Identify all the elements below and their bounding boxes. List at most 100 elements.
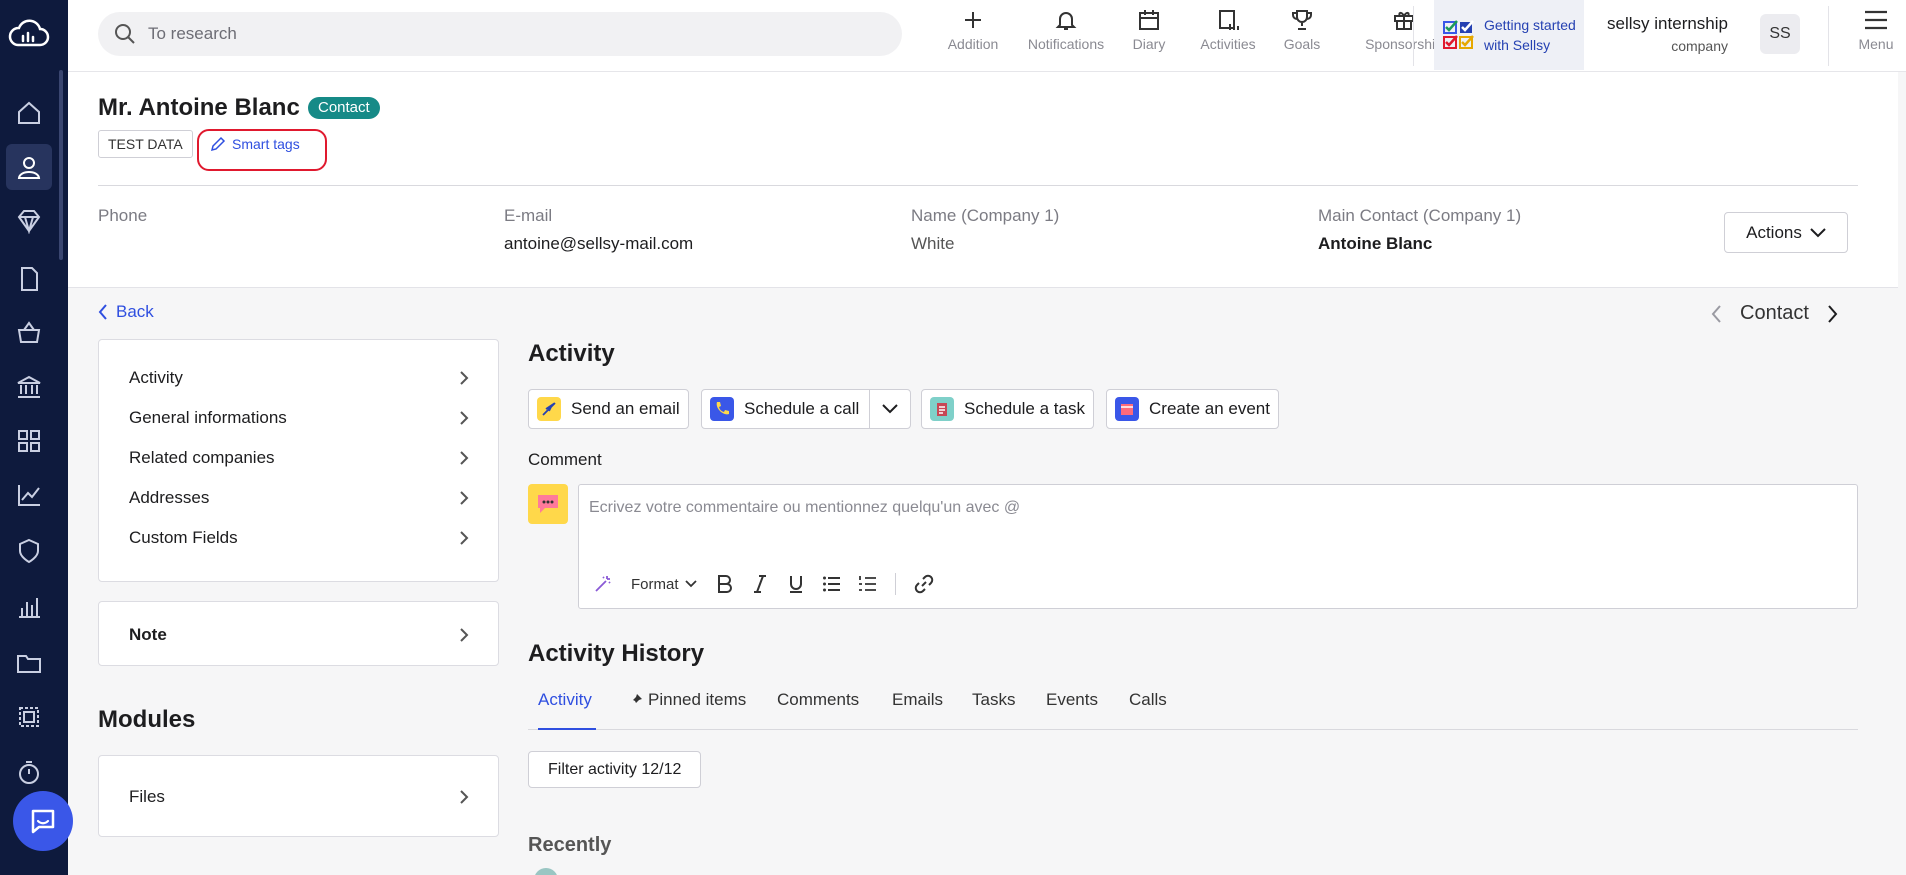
getting-started-button[interactable]: Getting started with Sellsy — [1434, 0, 1584, 70]
format-dropdown[interactable]: Format — [631, 576, 697, 593]
top-bar: Addition Notifications Diary Activities … — [68, 0, 1906, 72]
nav-item-custom-fields[interactable]: Custom Fields — [129, 528, 469, 548]
menu-label: Menu — [1858, 36, 1894, 52]
create-event-label: Create an event — [1149, 399, 1270, 418]
activities-button[interactable]: Activities — [1194, 8, 1262, 64]
diamond-icon[interactable] — [6, 198, 52, 244]
menu-button[interactable]: Menu — [1850, 8, 1902, 64]
nav-item-related-companies[interactable]: Related companies — [129, 448, 469, 468]
files-card[interactable]: Files — [98, 755, 499, 837]
pager-label: Contact — [1740, 302, 1809, 324]
actions-label: Actions — [1746, 222, 1802, 242]
chevron-left-icon — [98, 304, 107, 320]
home-icon[interactable] — [6, 90, 52, 136]
schedule-call-label: Schedule a call — [744, 399, 860, 418]
bank-icon[interactable] — [6, 364, 52, 410]
next-record-icon[interactable] — [1827, 304, 1839, 324]
document-icon[interactable] — [6, 256, 52, 302]
underline-icon[interactable] — [787, 574, 805, 594]
note-card[interactable]: Note — [98, 601, 499, 666]
nav-item-label: Addresses — [129, 488, 210, 507]
tag-test-data[interactable]: TEST DATA — [98, 130, 193, 158]
toolbar-divider — [1413, 6, 1414, 66]
actions-dropdown-button[interactable]: Actions — [1724, 212, 1848, 253]
folder-icon[interactable] — [6, 640, 52, 686]
schedule-call-button[interactable]: Schedule a call — [710, 390, 871, 428]
nav-item-addresses[interactable]: Addresses — [129, 488, 469, 508]
create-event-button[interactable]: Create an event — [1106, 389, 1279, 429]
bold-icon[interactable] — [715, 574, 733, 594]
diary-button[interactable]: Diary — [1116, 8, 1182, 64]
chevron-right-icon — [460, 790, 469, 804]
record-pager: Contact — [1710, 302, 1839, 325]
contact-name: Mr. Antoine Blanc — [98, 94, 300, 121]
stamp-icon[interactable] — [6, 694, 52, 740]
comment-editor[interactable]: Ecrivez votre commentaire ou mentionnez … — [578, 484, 1858, 609]
link-icon[interactable] — [914, 574, 934, 594]
bar-chart-icon[interactable] — [6, 584, 52, 630]
search-input[interactable] — [148, 24, 848, 44]
files-label: Files — [129, 787, 165, 806]
schedule-task-button[interactable]: Schedule a task — [921, 389, 1094, 429]
note-row[interactable]: Note — [129, 625, 469, 645]
notifications-label: Notifications — [1027, 36, 1105, 52]
field-label: Main Contact (Company 1) — [1318, 206, 1522, 225]
filter-activity-button[interactable]: Filter activity 12/12 — [528, 751, 702, 788]
rail-scrollbar[interactable] — [59, 70, 63, 260]
header-divider — [98, 185, 1858, 186]
previous-record-icon[interactable] — [1710, 304, 1722, 324]
company-link[interactable]: White — [911, 234, 1059, 254]
back-label: Back — [116, 302, 154, 321]
field-phone: Phone — [98, 206, 147, 234]
chevron-down-icon — [1810, 227, 1826, 237]
contacts-icon[interactable] — [6, 144, 52, 190]
pencil-icon — [210, 136, 226, 152]
search-bar[interactable] — [98, 12, 902, 56]
tab-comments[interactable]: Comments — [777, 690, 859, 710]
apps-grid-icon[interactable] — [6, 418, 52, 464]
email-link[interactable]: antoine@sellsy-mail.com — [504, 234, 693, 254]
chevron-right-icon — [460, 371, 469, 385]
avatar[interactable]: SS — [1760, 14, 1800, 54]
tab-pinned-items[interactable]: Pinned items — [629, 690, 746, 710]
bullet-list-icon[interactable] — [822, 574, 841, 594]
activity-history-title: Activity History — [528, 640, 705, 667]
field-email: E-mail antoine@sellsy-mail.com — [504, 206, 693, 254]
chat-support-icon[interactable] — [13, 791, 73, 851]
schedule-call-dropdown[interactable] — [870, 390, 910, 428]
plus-icon — [965, 12, 981, 28]
pin-icon — [631, 694, 642, 705]
tab-activity[interactable]: Activity — [538, 690, 592, 710]
phone-icon — [710, 397, 734, 421]
back-link[interactable]: Back — [98, 302, 154, 322]
comment-placeholder: Ecrivez votre commentaire ou mentionnez … — [589, 499, 1021, 516]
nav-item-activity[interactable]: Activity — [129, 368, 469, 388]
nav-item-label: Related companies — [129, 448, 275, 467]
tab-events[interactable]: Events — [1046, 690, 1098, 710]
numbered-list-icon[interactable] — [858, 574, 877, 594]
comment-label: Comment — [528, 450, 602, 469]
bell-icon — [1055, 12, 1077, 30]
shield-icon[interactable] — [6, 528, 52, 574]
send-email-button[interactable]: Send an email — [528, 389, 689, 429]
files-row[interactable]: Files — [129, 787, 469, 807]
tab-calls[interactable]: Calls — [1129, 690, 1167, 710]
stopwatch-icon[interactable] — [6, 750, 52, 796]
feather-icon — [537, 397, 561, 421]
italic-icon[interactable] — [751, 574, 769, 594]
tab-tasks[interactable]: Tasks — [972, 690, 1015, 710]
search-icon — [115, 24, 135, 44]
line-chart-icon[interactable] — [6, 472, 52, 518]
chevron-down-icon — [882, 404, 899, 414]
tab-emails[interactable]: Emails — [892, 690, 943, 710]
nav-item-general-informations[interactable]: General informations — [129, 408, 469, 428]
schedule-call-group: Schedule a call — [701, 389, 912, 429]
basket-icon[interactable] — [6, 310, 52, 356]
history-tabs: Activity Pinned items Comments Emails Ta… — [528, 690, 1858, 730]
smart-tags-button[interactable]: Smart tags — [210, 130, 300, 158]
cloud-logo-icon[interactable] — [0, 14, 56, 54]
magic-wand-icon[interactable] — [593, 574, 613, 594]
nav-item-label: General informations — [129, 408, 287, 427]
addition-button[interactable]: Addition — [938, 8, 1008, 64]
notifications-button[interactable]: Notifications — [1012, 8, 1120, 64]
